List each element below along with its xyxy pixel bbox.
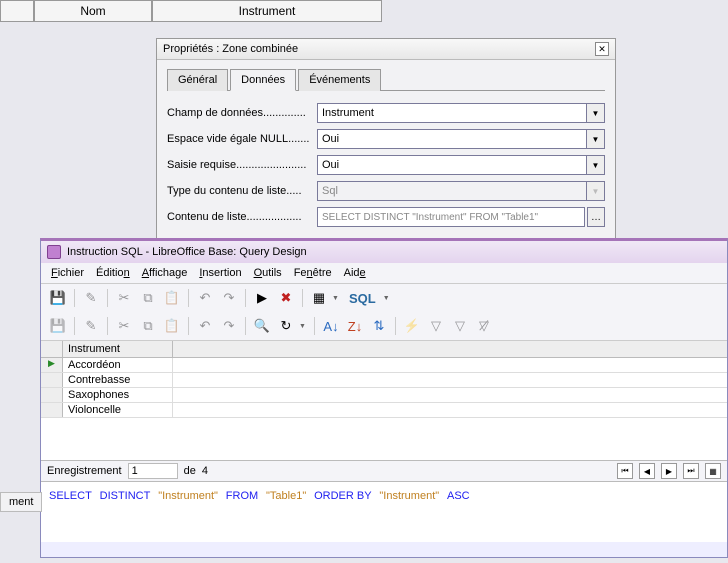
paste2-icon[interactable]: 📋 [161,315,183,337]
label-champ: Champ de données.............. [167,107,317,119]
nav-current[interactable]: 1 [128,463,178,479]
table-row[interactable]: Violoncelle [41,403,727,418]
table-row[interactable]: Contrebasse [41,373,727,388]
row-marker [41,388,63,402]
column-header-instrument[interactable]: Instrument [63,341,173,357]
redo-icon[interactable]: ↷ [218,287,240,309]
sort-asc-icon[interactable]: A↓ [320,315,342,337]
label-type: Type du contenu de liste..... [167,185,317,197]
sort-icon[interactable]: ⇅ [368,315,390,337]
menu-edition[interactable]: Édition [96,267,130,279]
nav-label: Enregistrement [47,465,122,477]
row-marker [41,373,63,387]
save-icon[interactable]: 💾 [47,287,69,309]
current-row-icon: ▶ [41,358,63,372]
nav-of: de [184,465,196,477]
menu-affichage[interactable]: Affichage [142,267,188,279]
close-icon[interactable]: ✕ [595,42,609,56]
properties-titlebar[interactable]: Propriétés : Zone combinée ✕ [157,39,615,60]
query-title: Instruction SQL - LibreOffice Base: Quer… [67,246,307,258]
chevron-down-icon[interactable]: ▼ [383,295,393,302]
dropdown-icon[interactable]: ▼ [587,103,605,123]
app-icon [47,245,61,259]
nav-total: 4 [202,465,208,477]
filter-auto-icon[interactable]: ⚡ [401,315,423,337]
find-icon[interactable]: 🔍 [251,315,273,337]
query-design-window: Instruction SQL - LibreOffice Base: Quer… [40,238,728,558]
field-contenu[interactable] [317,207,585,227]
fragment-label: ment [0,492,42,512]
menu-bar: Fichier Édition Affichage Insertion Outi… [41,263,727,284]
redo2-icon[interactable]: ↷ [218,315,240,337]
undo2-icon[interactable]: ↶ [194,315,216,337]
menu-outils[interactable]: Outils [254,267,282,279]
cut2-icon[interactable]: ✂ [113,315,135,337]
tab-data[interactable]: Données [230,69,296,91]
dropdown-icon[interactable]: ▼ [587,129,605,149]
sql-editor[interactable]: SELECT DISTINCT "Instrument" FROM "Table… [41,482,727,542]
nav-last-icon[interactable]: ⏭ [683,463,699,479]
properties-title: Propriétés : Zone combinée [163,43,298,55]
undo-icon[interactable]: ↶ [194,287,216,309]
edit-icon[interactable]: ✎ [80,287,102,309]
label-saisie: Saisie requise....................... [167,159,317,171]
label-contenu: Contenu de liste.................. [167,211,317,223]
dropdown-icon: ▼ [587,181,605,201]
field-vide[interactable] [317,129,587,149]
sheet-header-nom[interactable]: Nom [34,0,152,22]
sort-desc-icon[interactable]: Z↓ [344,315,366,337]
row-marker [41,403,63,417]
cut-icon[interactable]: ✂ [113,287,135,309]
field-champ[interactable] [317,103,587,123]
tab-general[interactable]: Général [167,69,228,91]
table-row[interactable]: Saxophones [41,388,727,403]
menu-fichier[interactable]: Fichier [51,267,84,279]
run-icon[interactable]: ▶ [251,287,273,309]
table-row[interactable]: ▶ Accordéon [41,358,727,373]
filter-off-icon[interactable]: ▽̸ [473,315,495,337]
refresh-icon[interactable]: ↻ [275,315,297,337]
menu-insertion[interactable]: Insertion [199,267,241,279]
nav-next-icon[interactable]: ▶ [661,463,677,479]
nav-first-icon[interactable]: ⏮ [617,463,633,479]
save2-icon[interactable]: 💾 [47,315,69,337]
sheet-header-instrument[interactable]: Instrument [152,0,382,22]
chevron-down-icon[interactable]: ▼ [299,323,309,330]
cell[interactable]: Violoncelle [63,403,173,417]
tab-events[interactable]: Événements [298,69,381,91]
record-navigator: Enregistrement 1 de 4 ⏮ ◀ ▶ ⏭ ▦ [41,461,727,482]
copy2-icon[interactable]: ⧉ [137,315,159,337]
label-vide: Espace vide égale NULL....... [167,133,317,145]
paste-icon[interactable]: 📋 [161,287,183,309]
dropdown-icon[interactable]: ▼ [587,155,605,175]
ellipsis-button[interactable]: … [587,207,605,227]
sql-toggle[interactable]: SQL [344,287,381,309]
clear-icon[interactable]: ✖ [275,287,297,309]
cell[interactable]: Saxophones [63,388,173,402]
menu-aide[interactable]: Aide [344,267,366,279]
cell[interactable]: Accordéon [63,358,173,372]
filter2-icon[interactable]: ▽ [449,315,471,337]
cell[interactable]: Contrebasse [63,373,173,387]
copy-icon[interactable]: ⧉ [137,287,159,309]
query-titlebar[interactable]: Instruction SQL - LibreOffice Base: Quer… [41,241,727,263]
chevron-down-icon[interactable]: ▼ [332,295,342,302]
result-grid[interactable]: Instrument ▶ Accordéon Contrebasse Saxop… [41,341,727,461]
properties-dialog: Propriétés : Zone combinée ✕ Général Don… [156,38,616,248]
menu-fenetre[interactable]: Fenêtre [294,267,332,279]
sheet-header-blank[interactable] [0,0,34,22]
nav-prev-icon[interactable]: ◀ [639,463,655,479]
filter-icon[interactable]: ▽ [425,315,447,337]
design-icon[interactable]: ▦ [308,287,330,309]
row-marker-header[interactable] [41,341,63,357]
nav-new-icon[interactable]: ▦ [705,463,721,479]
field-type [317,181,587,201]
edit2-icon[interactable]: ✎ [80,315,102,337]
field-saisie[interactable] [317,155,587,175]
